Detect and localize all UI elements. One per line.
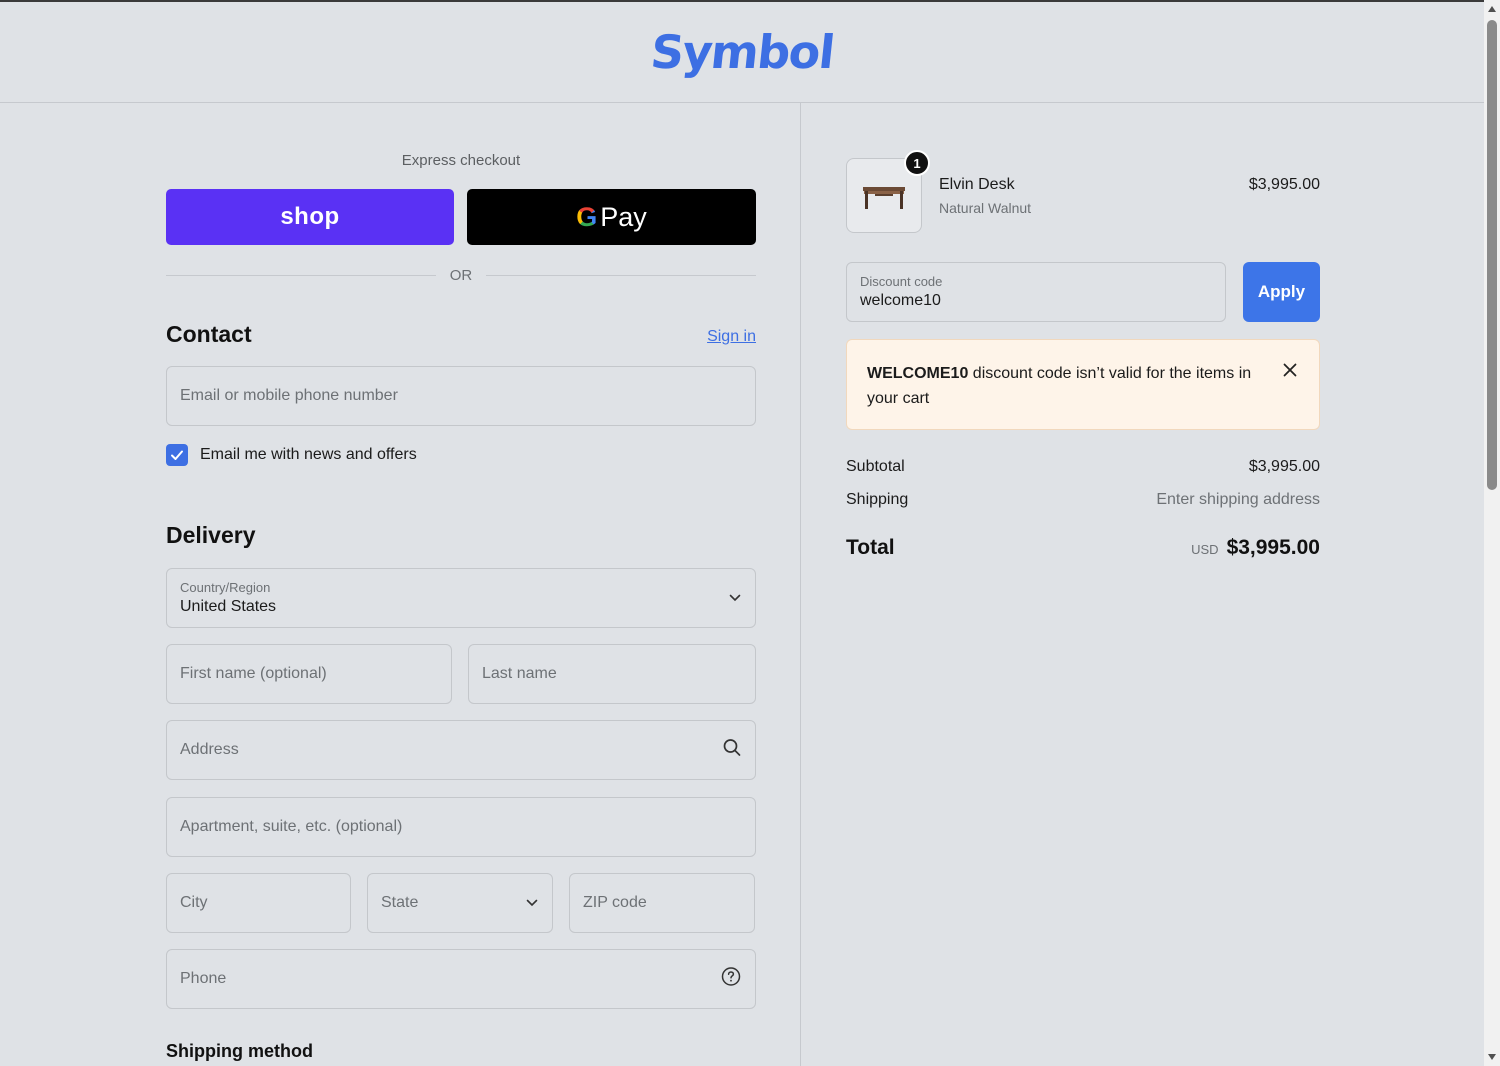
discount-code-label: Discount code [860, 274, 943, 289]
or-separator: OR [166, 267, 756, 284]
chevron-down-icon [729, 589, 741, 607]
subtotal-row: Subtotal $3,995.00 [846, 458, 1320, 476]
help-circle-icon[interactable] [721, 967, 741, 992]
last-name-placeholder: Last name [482, 665, 557, 682]
alert-message: WELCOME10 discount code isn’t valid for … [867, 361, 1257, 411]
first-name-placeholder: First name (optional) [180, 665, 327, 682]
page-scrollbar[interactable] [1484, 0, 1500, 1066]
total-currency: USD [1191, 542, 1219, 557]
product-thumbnail: 1 [846, 150, 930, 233]
discount-code-value: welcome10 [860, 292, 941, 309]
subtotal-label: Subtotal [846, 458, 905, 475]
total-row: Total USD $3,995.00 [846, 536, 1320, 560]
city-placeholder: City [180, 894, 208, 911]
brand-logo[interactable]: Symbol [648, 25, 836, 79]
scroll-thumb[interactable] [1487, 20, 1497, 490]
apartment-placeholder: Apartment, suite, etc. (optional) [180, 818, 403, 835]
product-price: $3,995.00 [1248, 176, 1320, 193]
scroll-down-arrow-icon[interactable] [1488, 1054, 1496, 1060]
country-value: United States [180, 598, 277, 615]
header: Symbol [0, 2, 1484, 103]
separator-line-right [486, 275, 756, 276]
express-checkout-label: Express checkout [401, 152, 521, 169]
phone-placeholder: Phone [180, 970, 227, 987]
discount-error-alert: WELCOME10 discount code isn’t valid for … [846, 339, 1320, 430]
total-amount: USD $3,995.00 [1191, 536, 1320, 560]
google-pay-label: Pay [600, 201, 647, 232]
newsletter-checkbox[interactable] [166, 444, 188, 466]
address-field[interactable]: Address [166, 720, 756, 780]
shipping-value: Enter shipping address [1156, 491, 1320, 508]
shop-pay-button[interactable]: shop [166, 189, 454, 245]
city-field[interactable]: City [166, 873, 351, 933]
total-value: $3,995.00 [1226, 536, 1320, 559]
search-icon[interactable] [723, 739, 741, 762]
email-field[interactable]: Email or mobile phone number [166, 366, 756, 426]
discount-code-field[interactable]: Discount code welcome10 [846, 262, 1226, 322]
google-g-icon: G [576, 201, 598, 232]
sign-in-link[interactable]: Sign in [707, 328, 756, 346]
first-name-field[interactable]: First name (optional) [166, 644, 452, 704]
apply-discount-button[interactable]: Apply [1243, 262, 1320, 322]
newsletter-option[interactable]: Email me with news and offers [166, 444, 417, 466]
zip-placeholder: ZIP code [583, 894, 647, 911]
total-label: Total [846, 536, 895, 559]
shipping-row: Shipping Enter shipping address [846, 491, 1320, 509]
address-placeholder: Address [180, 741, 239, 758]
state-select[interactable]: State [367, 873, 553, 933]
scroll-up-arrow-icon[interactable] [1488, 6, 1496, 12]
desk-image [863, 186, 905, 209]
last-name-field[interactable]: Last name [468, 644, 756, 704]
apartment-field[interactable]: Apartment, suite, etc. (optional) [166, 797, 756, 857]
country-label: Country/Region [180, 580, 271, 595]
delivery-heading: Delivery [166, 522, 256, 548]
product-name: Elvin Desk [939, 176, 1015, 193]
zip-field[interactable]: ZIP code [569, 873, 755, 933]
quantity-badge: 1 [904, 150, 930, 176]
separator-line-left [166, 275, 436, 276]
state-placeholder: State [381, 894, 419, 911]
phone-field[interactable]: Phone [166, 949, 756, 1009]
contact-heading: Contact [166, 321, 252, 347]
checkmark-icon [171, 450, 183, 460]
google-pay-button[interactable]: G Pay [467, 189, 756, 245]
subtotal-value: $3,995.00 [1248, 458, 1320, 475]
alert-code: WELCOME10 [867, 365, 969, 382]
newsletter-label: Email me with news and offers [200, 446, 417, 463]
product-variant: Natural Walnut [939, 200, 1032, 216]
shop-pay-label: shop [280, 203, 340, 230]
or-label: OR [449, 267, 473, 284]
shipping-method-heading: Shipping method [166, 1041, 313, 1061]
chevron-down-icon [526, 894, 538, 912]
shipping-label: Shipping [846, 491, 909, 508]
close-icon[interactable] [1283, 363, 1297, 382]
email-placeholder: Email or mobile phone number [180, 387, 398, 404]
column-divider [800, 103, 801, 1066]
country-select[interactable]: Country/Region United States [166, 568, 756, 628]
